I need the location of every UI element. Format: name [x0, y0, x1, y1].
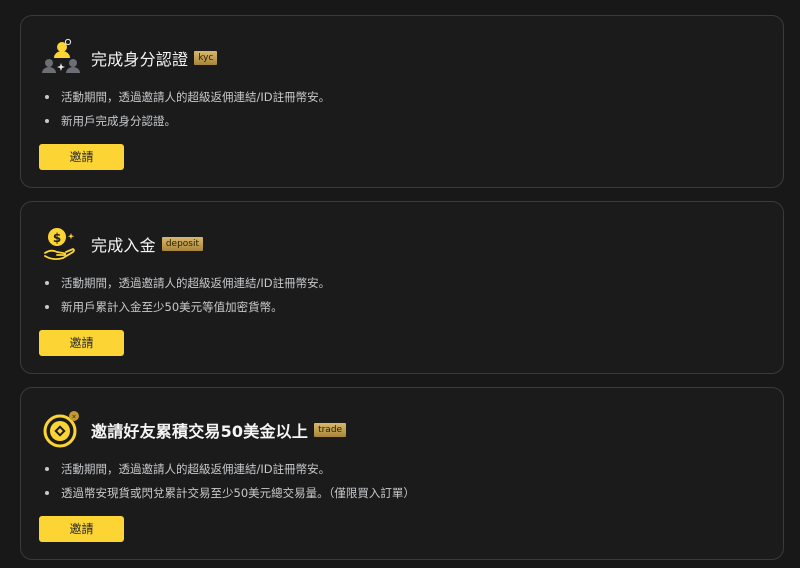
task-header: $ 完成入金 deposit — [41, 224, 203, 264]
task-header: × 邀請好友累積交易50美金以上 trade — [41, 409, 347, 451]
requirement-item: 活動期間，透過邀請人的超級返佣連結/ID註冊幣安。 — [45, 460, 415, 484]
requirement-item: 活動期間，透過邀請人的超級返佣連結/ID註冊幣安。 — [44, 274, 330, 298]
task-tag: deposit — [161, 237, 203, 251]
kyc-users-icon — [41, 37, 83, 79]
requirement-item: 透過幣安現貨或閃兌累計交易至少50美元總交易量。（僅限買入訂單） — [45, 484, 415, 508]
task-title: 邀請好友累積交易50美金以上 — [91, 422, 309, 441]
task-card-kyc: 完成身分認證 kyc 活動期間，透過邀請人的超級返佣連結/ID註冊幣安。 新用戶… — [20, 15, 784, 188]
deposit-coin-hand-icon: $ — [41, 223, 83, 265]
svg-text:$: $ — [53, 231, 61, 245]
task-tag: trade — [314, 423, 347, 437]
task-requirements: 活動期間，透過邀請人的超級返佣連結/ID註冊幣安。 新用戶累計入金至少50美元等… — [44, 274, 330, 322]
task-tag: kyc — [194, 51, 218, 65]
svg-text:×: × — [71, 414, 76, 421]
task-title: 完成身分認證 — [91, 50, 189, 69]
task-header: 完成身分認證 kyc — [41, 37, 218, 79]
task-requirements: 活動期間，透過邀請人的超級返佣連結/ID註冊幣安。 新用戶完成身分認證。 — [44, 88, 330, 136]
invite-button[interactable]: 邀請 — [39, 516, 124, 542]
task-card-trade: × 邀請好友累積交易50美金以上 trade 活動期間，透過邀請人的超級返佣連結… — [20, 387, 784, 560]
requirement-item: 活動期間，透過邀請人的超級返佣連結/ID註冊幣安。 — [44, 88, 330, 112]
requirement-item: 新用戶累計入金至少50美元等值加密貨幣。 — [44, 298, 330, 322]
task-requirements: 活動期間，透過邀請人的超級返佣連結/ID註冊幣安。 透過幣安現貨或閃兌累計交易至… — [45, 460, 415, 508]
invite-button[interactable]: 邀請 — [39, 330, 124, 356]
task-title: 完成入金 — [91, 236, 156, 255]
task-card-deposit: $ 完成入金 deposit 活動期間，透過邀請人的超級返佣連結/ID註冊幣安。… — [20, 201, 784, 374]
trade-coin-icon: × — [41, 409, 83, 451]
requirement-item: 新用戶完成身分認證。 — [44, 112, 330, 136]
invite-button[interactable]: 邀請 — [39, 144, 124, 170]
